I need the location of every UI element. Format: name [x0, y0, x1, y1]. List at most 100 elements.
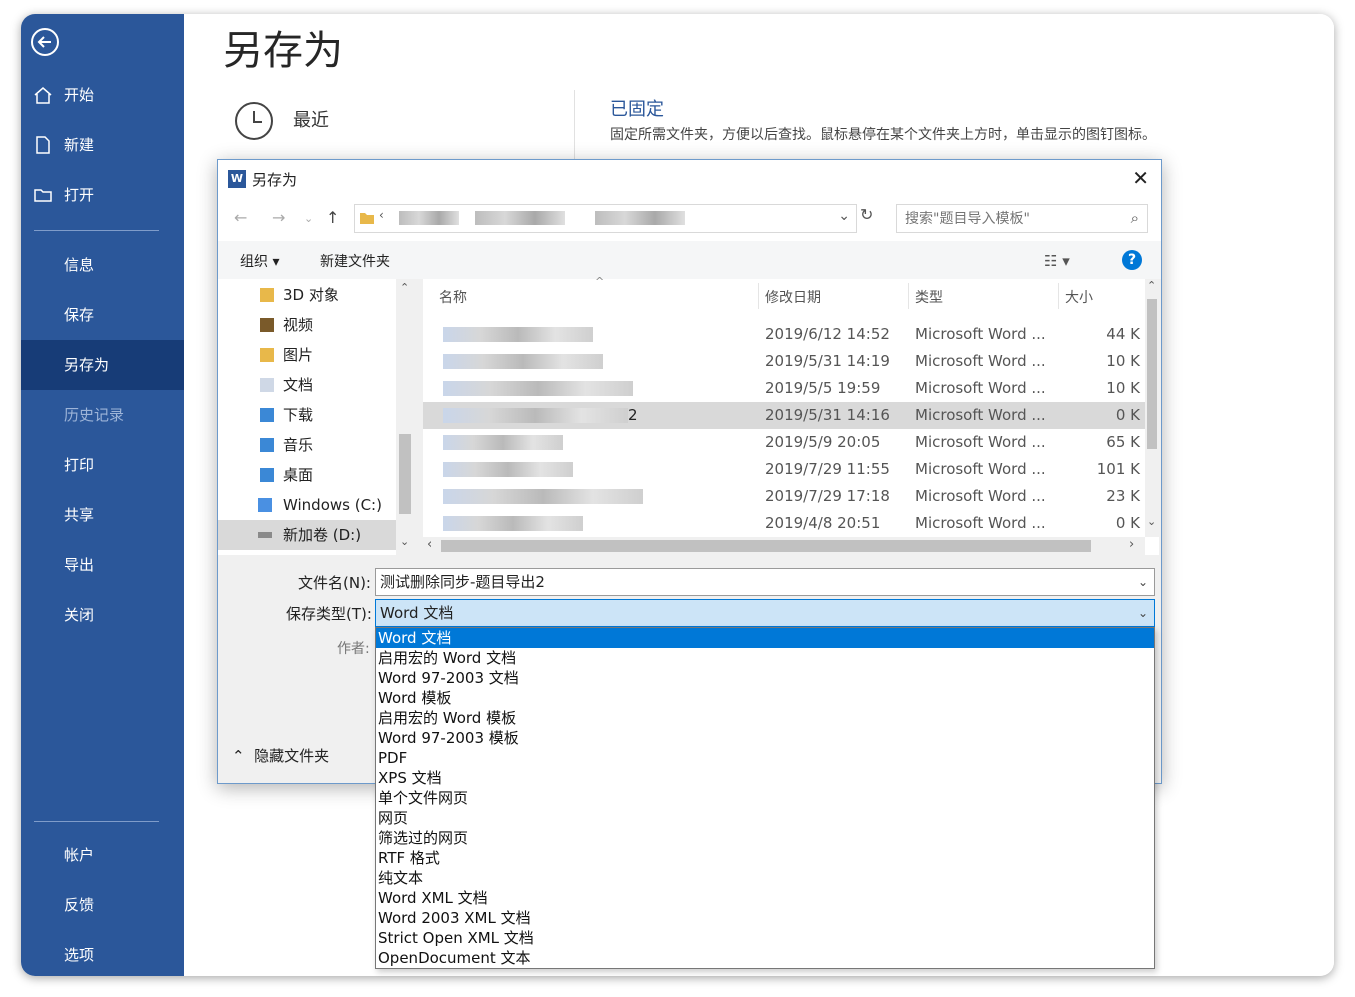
chevron-down-icon[interactable]: ⌄ — [1138, 569, 1148, 595]
redacted-filename — [443, 327, 593, 342]
column-header-date[interactable]: 修改日期 — [765, 287, 821, 307]
organize-button[interactable]: 组织 ▾ — [240, 251, 279, 271]
save-type-option[interactable]: 纯文本 — [376, 868, 1154, 888]
file-list-horizontal-scrollbar[interactable]: ‹ › — [423, 537, 1145, 555]
save-type-option[interactable]: Word 97-2003 模板 — [376, 728, 1154, 748]
pinned-description: 固定所需文件夹，方便以后查找。鼠标悬停在某个文件夹上方时，单击显示的图钉图标。 — [610, 127, 1156, 143]
save-type-option[interactable]: 单个文件网页 — [376, 788, 1154, 808]
scroll-down-icon[interactable]: ⌄ — [1147, 515, 1156, 528]
tree-item-music[interactable]: 音乐 — [218, 430, 396, 460]
nav-close[interactable]: 关闭 — [21, 590, 184, 640]
save-type-option-selected[interactable]: Word 文档 — [376, 628, 1154, 648]
table-row[interactable]: 2019/7/29 17:18 Microsoft Word ... 23 K — [423, 483, 1145, 510]
nav-options[interactable]: 选项 — [21, 930, 184, 976]
back-arrow-icon[interactable] — [31, 28, 59, 56]
download-icon — [260, 408, 274, 422]
column-header-type[interactable]: 类型 — [915, 287, 943, 307]
column-header-size[interactable]: 大小 — [1065, 287, 1093, 307]
clock-icon[interactable] — [235, 102, 273, 140]
tree-item-downloads[interactable]: 下载 — [218, 400, 396, 430]
table-row[interactable]: 2019/7/29 11:55 Microsoft Word ... 101 K — [423, 456, 1145, 483]
nav-export[interactable]: 导出 — [21, 540, 184, 590]
column-divider[interactable] — [1058, 283, 1059, 309]
column-divider[interactable] — [908, 283, 909, 309]
table-row[interactable]: 2019/4/8 20:51 Microsoft Word ... 0 K — [423, 510, 1145, 537]
save-type-option[interactable]: Word 模板 — [376, 688, 1154, 708]
nav-share[interactable]: 共享 — [21, 490, 184, 540]
tree-item-label: Windows (C:) — [283, 496, 382, 514]
up-icon[interactable]: ↑ — [326, 208, 339, 227]
back-icon[interactable]: ← — [234, 208, 247, 227]
nav-history[interactable]: 历史记录 — [21, 390, 184, 440]
nav-info[interactable]: 信息 — [21, 240, 184, 290]
nav-feedback[interactable]: 反馈 — [21, 880, 184, 930]
tree-item-desktop[interactable]: 桌面 — [218, 460, 396, 490]
save-type-option[interactable]: Word 2003 XML 文档 — [376, 908, 1154, 928]
save-type-option[interactable]: 启用宏的 Word 文档 — [376, 648, 1154, 668]
tree-item-documents[interactable]: 文档 — [218, 370, 396, 400]
tree-item-videos[interactable]: 视频 — [218, 310, 396, 340]
scroll-thumb[interactable] — [441, 540, 1091, 552]
nav-new[interactable]: 新建 — [21, 120, 184, 170]
recent-label[interactable]: 最近 — [293, 106, 329, 132]
table-row[interactable]: 2019/5/31 14:19 Microsoft Word ... 10 K — [423, 348, 1145, 375]
search-input[interactable] — [903, 208, 1117, 230]
table-row[interactable]: 2019/5/5 19:59 Microsoft Word ... 10 K — [423, 375, 1145, 402]
save-type-option[interactable]: Strict Open XML 文档 — [376, 928, 1154, 948]
hide-folders-button[interactable]: ⌃ 隐藏文件夹 — [232, 745, 329, 766]
tree-scrollbar[interactable]: ⌃ ⌄ — [396, 279, 414, 555]
table-row[interactable]: 2019/6/12 14:52 Microsoft Word ... 44 K — [423, 321, 1145, 348]
nav-save[interactable]: 保存 — [21, 290, 184, 340]
scroll-up-icon[interactable]: ⌃ — [400, 281, 409, 294]
tree-item-drive-c[interactable]: Windows (C:) — [218, 490, 396, 520]
scroll-left-icon[interactable]: ‹ — [427, 537, 432, 552]
nav-account[interactable]: 帐户 — [21, 830, 184, 880]
forward-icon[interactable]: → — [272, 208, 285, 227]
scroll-down-icon[interactable]: ⌄ — [400, 535, 409, 548]
new-folder-button[interactable]: 新建文件夹 — [320, 251, 390, 271]
table-row-selected[interactable]: 2 2019/5/31 14:16 Microsoft Word ... 0 K — [423, 402, 1145, 429]
nav-print[interactable]: 打印 — [21, 440, 184, 490]
nav-feedback-label: 反馈 — [64, 896, 95, 914]
tree-item-label: 3D 对象 — [283, 286, 339, 304]
nav-save-as[interactable]: 另存为 — [21, 340, 184, 390]
scroll-thumb[interactable] — [399, 434, 411, 514]
refresh-icon[interactable]: ↻ — [860, 205, 882, 232]
chevron-down-icon[interactable]: ⌄ — [1138, 600, 1148, 626]
save-type-option[interactable]: Word 97-2003 文档 — [376, 668, 1154, 688]
redacted-path — [595, 211, 685, 225]
chevron-down-icon[interactable]: ⌄ — [838, 208, 850, 224]
search-icon[interactable]: ⌕ — [1131, 209, 1139, 227]
tree-item-3d-objects[interactable]: 3D 对象 — [218, 280, 396, 310]
scroll-right-icon[interactable]: › — [1129, 537, 1134, 552]
save-type-select[interactable]: Word 文档 ⌄ — [375, 599, 1155, 627]
column-header-name[interactable]: 名称 — [439, 287, 467, 307]
option-label: 单个文件网页 — [378, 789, 469, 807]
address-input[interactable]: ‹ ⌄ — [354, 204, 857, 233]
save-type-option[interactable]: PDF — [376, 748, 1154, 768]
search-field[interactable]: ⌕ — [896, 204, 1148, 233]
scroll-up-icon[interactable]: ⌃ — [1147, 279, 1156, 292]
tree-item-drive-d[interactable]: 新加卷 (D:) — [218, 520, 396, 550]
save-type-option[interactable]: XPS 文档 — [376, 768, 1154, 788]
recent-locations-chevron-icon[interactable]: ⌄ — [304, 212, 313, 225]
save-type-option[interactable]: 启用宏的 Word 模板 — [376, 708, 1154, 728]
file-list-vertical-scrollbar[interactable]: ⌃ ⌄ — [1145, 279, 1159, 537]
save-type-option[interactable]: 筛选过的网页 — [376, 828, 1154, 848]
filename-input[interactable]: 测试删除同步-题目导出2 ⌄ — [375, 568, 1155, 596]
hide-folders-label: 隐藏文件夹 — [254, 747, 330, 765]
save-type-option[interactable]: OpenDocument 文本 — [376, 948, 1154, 968]
save-type-option[interactable]: 网页 — [376, 808, 1154, 828]
column-divider[interactable] — [758, 283, 759, 309]
scroll-thumb[interactable] — [1147, 299, 1157, 449]
view-options-icon[interactable]: ☷ ▾ — [1044, 252, 1070, 270]
close-icon[interactable]: ✕ — [1132, 166, 1149, 190]
table-row[interactable]: 2019/5/9 20:05 Microsoft Word ... 65 K — [423, 429, 1145, 456]
breadcrumb-overflow-icon[interactable]: ‹ — [379, 208, 384, 222]
tree-item-pictures[interactable]: 图片 — [218, 340, 396, 370]
save-type-option[interactable]: Word XML 文档 — [376, 888, 1154, 908]
nav-open[interactable]: 打开 — [21, 170, 184, 220]
help-icon[interactable]: ? — [1122, 250, 1142, 270]
nav-home[interactable]: 开始 — [21, 70, 184, 120]
save-type-option[interactable]: RTF 格式 — [376, 848, 1154, 868]
